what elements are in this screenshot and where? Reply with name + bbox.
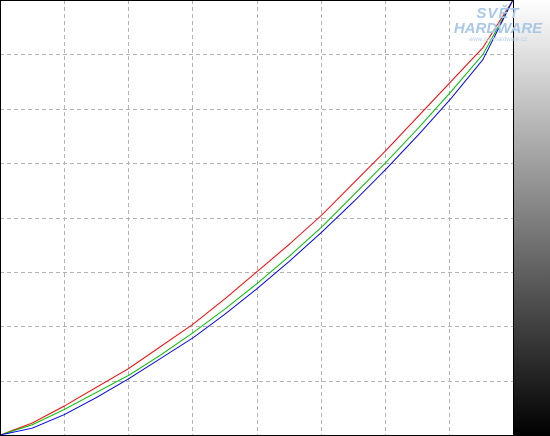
grayscale-gradient-bar (514, 0, 550, 436)
calibration-curve-chart (0, 0, 550, 436)
